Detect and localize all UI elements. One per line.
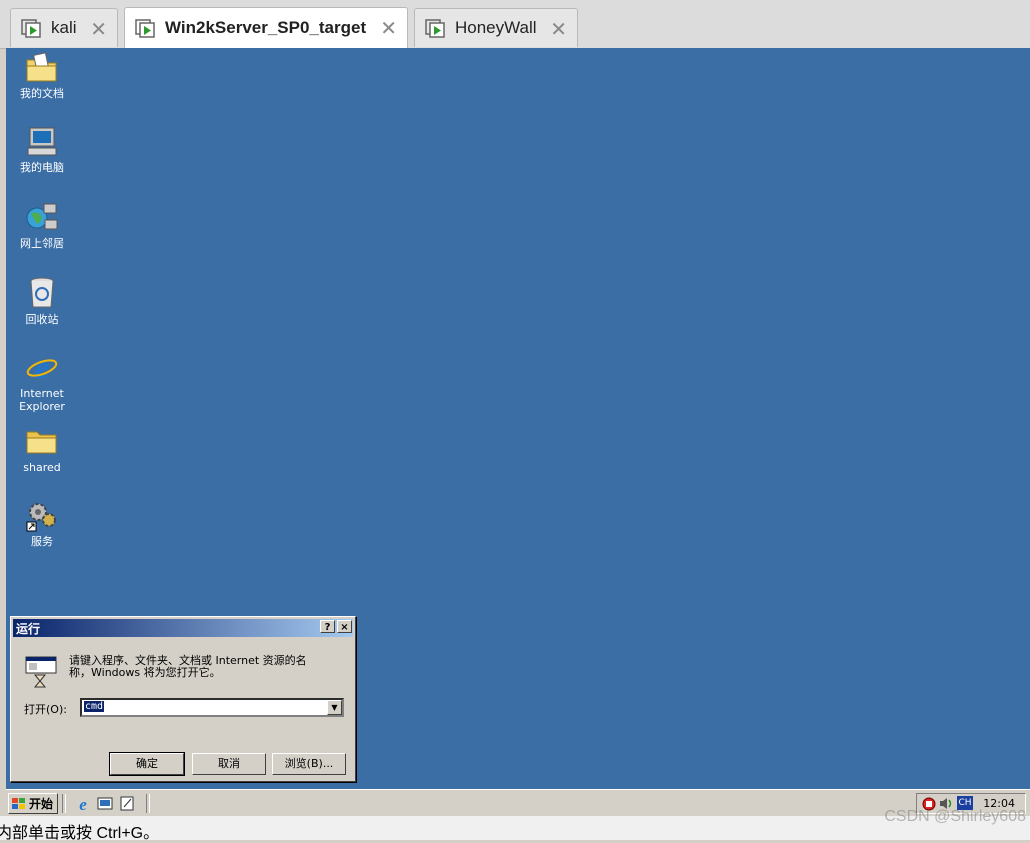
run-dialog: 运行 ? × 请键入程序、文件夹、文档或 Internet 资源的名 称，Win… bbox=[10, 616, 356, 782]
ie-quicklaunch-icon[interactable]: e bbox=[74, 795, 92, 812]
run-dialog-title: 运行 bbox=[16, 621, 41, 636]
folder-icon bbox=[26, 431, 57, 454]
taskbar-separator bbox=[62, 794, 66, 813]
svg-text:e: e bbox=[79, 795, 87, 812]
close-icon[interactable]: ✕ bbox=[380, 16, 397, 41]
open-input[interactable]: cmd bbox=[84, 701, 105, 712]
computer-icon bbox=[27, 127, 57, 156]
vm-icon bbox=[425, 17, 447, 39]
desktop-icon-my-documents[interactable]: 我的文档 bbox=[4, 52, 80, 100]
svg-text:e: e bbox=[35, 350, 49, 384]
desktop-icon-network[interactable]: 网上邻居 bbox=[4, 200, 80, 250]
watermark: CSDN @Shirley608 bbox=[884, 808, 1026, 825]
desktop-icon-recycle-bin[interactable]: 回收站 bbox=[4, 276, 80, 326]
tab-label: Win2kServer_SP0_target bbox=[165, 18, 367, 37]
cancel-button[interactable]: 取消 bbox=[192, 753, 266, 775]
services-icon bbox=[26, 503, 56, 532]
close-icon[interactable]: ✕ bbox=[90, 17, 107, 42]
close-button[interactable]: × bbox=[337, 620, 352, 633]
tab-win2kserver[interactable]: Win2kServer_SP0_target ✕ bbox=[124, 7, 408, 48]
taskbar-separator bbox=[146, 794, 150, 813]
help-button[interactable]: ? bbox=[320, 620, 335, 633]
windows-logo-icon bbox=[12, 797, 25, 809]
vm-icon bbox=[135, 17, 157, 39]
close-icon[interactable]: ✕ bbox=[550, 17, 567, 42]
run-dialog-prompt: 请键入程序、文件夹、文档或 Internet 资源的名 称，Windows 将为… bbox=[69, 654, 307, 679]
folder-docs-icon bbox=[26, 52, 57, 82]
open-label: 打开(O): bbox=[24, 703, 67, 716]
ok-button[interactable]: 确定 bbox=[109, 752, 185, 776]
dropdown-arrow-icon[interactable]: ▼ bbox=[327, 700, 342, 715]
notepad-quicklaunch-icon[interactable] bbox=[118, 795, 136, 812]
desktop-icon-services[interactable]: 服务 bbox=[4, 500, 80, 548]
tab-label: kali bbox=[51, 18, 77, 37]
desktop-icon-shared[interactable]: shared bbox=[4, 426, 80, 474]
ie-icon: e bbox=[26, 350, 58, 384]
recycle-bin-icon bbox=[30, 277, 54, 308]
desktop-icon-my-computer[interactable]: 我的电脑 bbox=[4, 126, 80, 174]
browse-button[interactable]: 浏览(B)... bbox=[272, 753, 346, 775]
tab-honeywall[interactable]: HoneyWall ✕ bbox=[414, 8, 578, 47]
status-text: 内部单击或按 Ctrl+G。 bbox=[0, 825, 160, 842]
desktop-icon-internet-explorer[interactable]: e Internet Explorer bbox=[4, 350, 80, 413]
taskbar: 开始 e CH 12:04 bbox=[6, 789, 1030, 816]
run-program-icon bbox=[25, 656, 57, 688]
vm-status-bar: 内部单击或按 Ctrl+G。 CSDN @Shirley608 bbox=[0, 808, 1030, 842]
network-icon bbox=[26, 203, 58, 230]
start-button[interactable]: 开始 bbox=[8, 793, 58, 814]
open-combobox[interactable]: cmd ▼ bbox=[80, 698, 344, 717]
run-dialog-titlebar[interactable]: 运行 ? × bbox=[13, 619, 353, 637]
tab-label: HoneyWall bbox=[455, 18, 537, 37]
tab-kali[interactable]: kali ✕ bbox=[10, 8, 118, 47]
show-desktop-icon[interactable] bbox=[96, 795, 114, 812]
vm-icon bbox=[21, 17, 43, 39]
vm-tab-bar: kali ✕ Win2kServer_SP0_target ✕ HoneyWal… bbox=[0, 0, 1030, 49]
